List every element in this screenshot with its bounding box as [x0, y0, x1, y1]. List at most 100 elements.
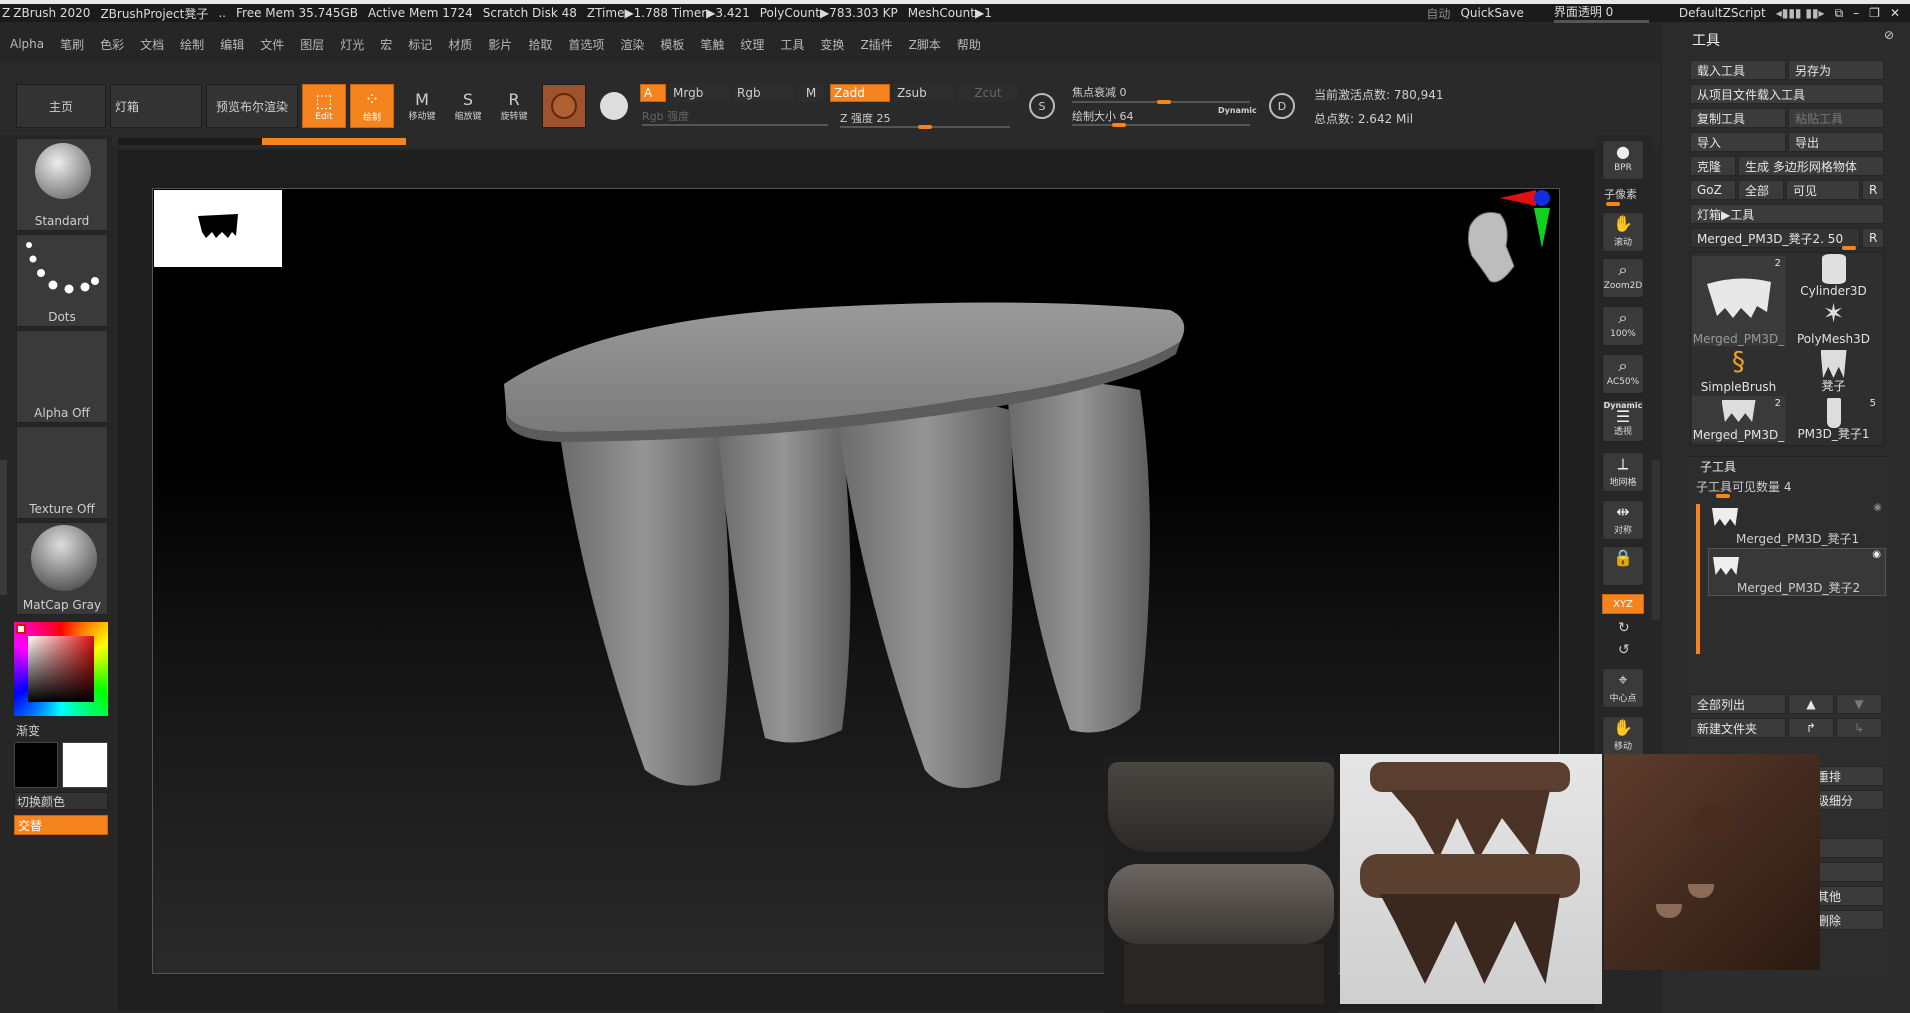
- move-button[interactable]: M 移动键: [400, 84, 444, 128]
- xyz-button[interactable]: XYZ: [1602, 594, 1644, 614]
- z-intensity-knob[interactable]: [918, 125, 932, 129]
- make-polymesh-button[interactable]: 生成 多边形网格物体: [1738, 156, 1884, 176]
- new-folder-button[interactable]: 新建文件夹: [1690, 718, 1786, 738]
- draw-size-knob[interactable]: [1112, 123, 1126, 127]
- menu-color[interactable]: 色彩: [100, 36, 124, 53]
- tool-stool[interactable]: 凳子: [1787, 348, 1880, 394]
- tool-merged-pm3d-a[interactable]: 2 Merged_PM3D_: [1692, 256, 1785, 346]
- gradient-label[interactable]: 渐变: [16, 722, 40, 739]
- blank-row-1[interactable]: [1810, 838, 1884, 858]
- menu-texture[interactable]: 纹理: [740, 36, 764, 53]
- tool-simplebrush[interactable]: § SimpleBrush: [1692, 348, 1785, 394]
- other-button[interactable]: 其他: [1810, 886, 1884, 906]
- zcut-toggle[interactable]: Zcut: [958, 84, 1018, 102]
- edit-button[interactable]: ⬚ Edit: [302, 84, 346, 128]
- color-picker[interactable]: [14, 622, 108, 716]
- close-icon[interactable]: ✕: [1890, 6, 1900, 20]
- zsub-toggle[interactable]: Zsub: [894, 84, 954, 102]
- subtool-visible-knob[interactable]: [1716, 494, 1730, 498]
- menu-render[interactable]: 渲染: [620, 36, 644, 53]
- layout-icon[interactable]: ⧉: [1835, 6, 1844, 21]
- move-folder-down-button[interactable]: ↳: [1836, 718, 1882, 738]
- s-toggle-button[interactable]: S: [1024, 88, 1060, 124]
- default-zscript[interactable]: DefaultZScript: [1679, 6, 1766, 20]
- subtool-scrollbar[interactable]: [1696, 504, 1700, 654]
- menu-transform[interactable]: 变换: [820, 36, 844, 53]
- menu-edit[interactable]: 编辑: [220, 36, 244, 53]
- move-view-button[interactable]: ✋ 移动: [1602, 716, 1644, 756]
- import-button[interactable]: 导入: [1690, 132, 1786, 152]
- blank-row-2[interactable]: [1810, 862, 1884, 882]
- rotate-button[interactable]: R 旋转键: [492, 84, 536, 128]
- paste-tool-button[interactable]: 粘贴工具: [1788, 108, 1884, 128]
- goz-button[interactable]: GoZ: [1690, 180, 1736, 200]
- tool-panel-title[interactable]: 工具: [1692, 30, 1720, 50]
- rgb-toggle[interactable]: Rgb: [734, 84, 794, 102]
- focal-shift-slider[interactable]: 焦点衰减 0: [1072, 84, 1127, 100]
- draw-button[interactable]: ⁘ 绘制: [350, 84, 394, 128]
- color-sphere-button[interactable]: [592, 84, 636, 128]
- export-button[interactable]: 导出: [1788, 132, 1884, 152]
- current-tool-knob[interactable]: [1842, 246, 1856, 250]
- tool-merged-pm3d-b[interactable]: 2 Merged_PM3D_: [1692, 396, 1785, 442]
- tool-cylinder3d[interactable]: Cylinder3D: [1787, 252, 1880, 298]
- menu-file[interactable]: 文件: [260, 36, 284, 53]
- a-toggle[interactable]: A: [640, 84, 666, 102]
- subtool-item-1[interactable]: ◉ Merged_PM3D_凳子1: [1708, 502, 1886, 548]
- zoom100-button[interactable]: ⌕ 100%: [1602, 306, 1644, 346]
- scroll-button[interactable]: ✋ 滚动: [1602, 212, 1644, 252]
- m-toggle[interactable]: M: [798, 84, 824, 102]
- menu-preferences[interactable]: 首选项: [568, 36, 604, 53]
- material-picker[interactable]: MatCap Gray: [16, 522, 108, 615]
- rotate-y-icon[interactable]: ↻: [1618, 620, 1630, 636]
- lightbox-button[interactable]: 灯箱: [110, 84, 202, 128]
- menu-help[interactable]: 帮助: [957, 36, 981, 53]
- subtool-item-2[interactable]: ◉ Merged_PM3D_凳子2: [1708, 548, 1886, 596]
- lock-button[interactable]: 🔒: [1602, 546, 1644, 586]
- bpr-button[interactable]: ● BPR: [1602, 140, 1644, 180]
- switch-color-button[interactable]: 切换颜色: [14, 792, 108, 810]
- zoom2d-button[interactable]: ⌕ Zoom2D: [1602, 258, 1644, 298]
- menu-layer[interactable]: 图层: [300, 36, 324, 53]
- menu-marker[interactable]: 标记: [408, 36, 432, 53]
- save-as-button[interactable]: 另存为: [1788, 60, 1884, 80]
- menu-toggle-icon[interactable]: ◂▮▮▮ ▮▮▸: [1776, 6, 1825, 20]
- list-all-button[interactable]: 全部列出: [1690, 694, 1786, 714]
- symmetry-button[interactable]: ⇹ 对称: [1602, 500, 1644, 540]
- stroke-picker[interactable]: Dots: [16, 234, 108, 327]
- goz-all-button[interactable]: 全部: [1738, 180, 1784, 200]
- subdivide-button[interactable]: 级细分: [1810, 790, 1884, 810]
- menu-draw[interactable]: 绘制: [180, 36, 204, 53]
- lightbox-tools-button[interactable]: 灯箱▶工具: [1690, 204, 1884, 224]
- transparency-slider[interactable]: 界面透明 0: [1553, 3, 1649, 23]
- subpixel-label[interactable]: 子像素: [1604, 186, 1637, 202]
- menu-movie[interactable]: 影片: [488, 36, 512, 53]
- mrgb-toggle[interactable]: Mrgb: [670, 84, 730, 102]
- goz-visible-button[interactable]: 可见: [1786, 180, 1860, 200]
- copy-tool-button[interactable]: 复制工具: [1690, 108, 1786, 128]
- subtool-1-eye-icon[interactable]: ◉: [1873, 502, 1882, 513]
- rename-button[interactable]: 重排: [1810, 766, 1884, 786]
- restore-icon[interactable]: ❐: [1869, 6, 1880, 20]
- subtool-visible-count[interactable]: 子工具可见数量 4: [1696, 478, 1791, 495]
- subpixel-slider[interactable]: [1606, 202, 1620, 206]
- subtool-2-eye-icon[interactable]: ◉: [1872, 549, 1881, 560]
- brush-picker[interactable]: Standard: [16, 138, 108, 231]
- menu-alpha[interactable]: Alpha: [10, 37, 44, 51]
- center-button[interactable]: ⌖ 中心点: [1602, 668, 1644, 708]
- d-toggle-button[interactable]: D: [1264, 88, 1300, 124]
- subtool-title[interactable]: 子工具: [1700, 458, 1736, 475]
- menu-zplugin[interactable]: Z插件: [860, 36, 892, 53]
- quicksave-button[interactable]: QuickSave: [1460, 6, 1523, 20]
- menu-light[interactable]: 灯光: [340, 36, 364, 53]
- current-tool-r-button[interactable]: R: [1862, 228, 1884, 248]
- load-from-project-button[interactable]: 从项目文件载入工具: [1690, 84, 1884, 104]
- bpr-preview-button[interactable]: 预览布尔渲染: [206, 84, 298, 128]
- menu-stencil[interactable]: 模板: [660, 36, 684, 53]
- delete-button[interactable]: 删除: [1810, 910, 1884, 930]
- ac50-button[interactable]: ⌕ AC50%: [1602, 354, 1644, 394]
- panel-close-icon[interactable]: ⊘: [1884, 28, 1894, 42]
- texture-picker[interactable]: Texture Off: [16, 426, 108, 519]
- menu-document[interactable]: 文档: [140, 36, 164, 53]
- move-down-button[interactable]: ▼: [1836, 694, 1882, 714]
